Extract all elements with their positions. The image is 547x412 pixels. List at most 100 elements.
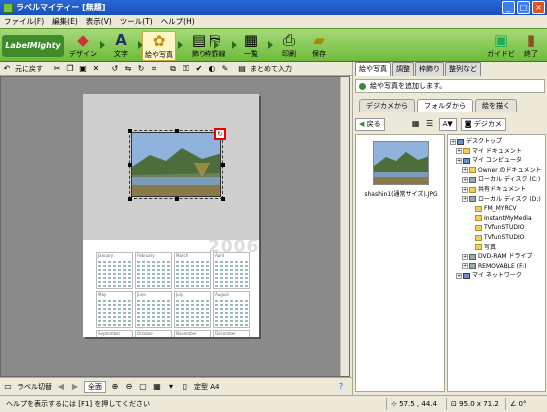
calendar-month: December xyxy=(213,330,250,337)
resize-handle[interactable] xyxy=(175,129,179,133)
copy-icon[interactable]: ❐ xyxy=(65,64,75,74)
dropdown-icon[interactable]: ▾ xyxy=(166,382,176,392)
color-icon[interactable]: ◐ xyxy=(207,64,217,74)
delete-icon[interactable]: ✕ xyxy=(91,64,101,74)
expand-toggle-icon[interactable]: + xyxy=(462,196,468,203)
design-button[interactable]: ◆ デザイン xyxy=(68,31,98,61)
vertical-scrollbar[interactable] xyxy=(340,77,349,376)
edit-pen-icon[interactable]: ✎ xyxy=(220,64,230,74)
tree-node[interactable]: + DVD-RAM ドライブ xyxy=(462,252,533,261)
next-arrow-icon[interactable]: ▶ xyxy=(70,382,80,392)
tab-from-camera[interactable]: デジカメから xyxy=(359,99,415,112)
tree-node[interactable]: + デスクトップ xyxy=(450,137,502,146)
tree-node[interactable]: 写真 xyxy=(468,243,496,252)
tree-node[interactable]: InstantMyMedia xyxy=(468,214,532,223)
menu-help[interactable]: ヘルプ(H) xyxy=(161,16,195,27)
print-button[interactable]: ⎙ 印刷 xyxy=(274,31,304,61)
expand-toggle-icon[interactable]: + xyxy=(462,263,468,270)
resize-handle[interactable] xyxy=(128,163,132,167)
close-button[interactable]: × xyxy=(532,1,545,14)
thumbnail-view-icon[interactable]: ▦ xyxy=(411,119,421,129)
expand-toggle-icon[interactable]: + xyxy=(456,148,462,155)
frame-button[interactable]: ⛿ 枠罫線 xyxy=(200,31,230,61)
app-icon xyxy=(3,2,13,13)
maximize-button[interactable]: □ xyxy=(517,1,530,14)
guide-icon: ▣ xyxy=(493,31,509,49)
tree-node[interactable]: + マイ コンピュータ xyxy=(456,156,522,165)
tab-from-folder[interactable]: フォルダから xyxy=(417,99,473,112)
zoom-in-icon[interactable]: ⊕ xyxy=(110,382,120,392)
tree-node[interactable]: + マイ ネットワーク xyxy=(456,271,522,280)
resize-handle[interactable] xyxy=(128,129,132,133)
tree-node[interactable]: + マイ ドキュメント xyxy=(456,147,522,156)
bulk-input-button[interactable]: まとめて入力 xyxy=(250,64,292,74)
tree-node[interactable]: TVfunSTUDIO xyxy=(468,223,524,232)
undo-button[interactable]: 元に戻す xyxy=(15,64,43,74)
menu-view[interactable]: 表示(V) xyxy=(86,16,112,27)
label-page[interactable]: ↻ 2006 January February March April May … xyxy=(83,94,259,337)
canvas-area[interactable]: ↻ 2006 January February March April May … xyxy=(0,76,350,377)
resize-handle[interactable] xyxy=(175,197,179,201)
grid-view-icon[interactable]: ▢ xyxy=(138,382,148,392)
save-button[interactable]: ▰ 保存 xyxy=(304,31,334,61)
expand-toggle-icon[interactable]: + xyxy=(456,272,462,279)
rotate-handle-icon[interactable]: ↻ xyxy=(214,128,226,140)
photo-button[interactable]: ✿ 絵や写真 xyxy=(142,31,176,61)
check-icon[interactable]: ✔ xyxy=(194,64,204,74)
status-bar: ヘルプを表示するには [F1] を押してください ⊹ 57.5 , 44.4 ⊡… xyxy=(0,395,547,412)
back-button[interactable]: ◀ 戻る xyxy=(355,117,385,131)
label-switch-button[interactable]: ラベル切替 xyxy=(17,382,52,392)
exit-button[interactable]: ▮ 終了 xyxy=(516,31,546,61)
page-icon: ▯ xyxy=(182,381,188,391)
expand-toggle-icon[interactable]: + xyxy=(462,186,468,193)
resize-handle[interactable] xyxy=(221,197,225,201)
tree-node[interactable]: FM_MYRCV xyxy=(468,204,517,213)
zoom-out-icon[interactable]: ⊖ xyxy=(124,382,134,392)
expand-toggle-icon[interactable]: + xyxy=(456,157,462,164)
paste-icon[interactable]: ▣ xyxy=(78,64,88,74)
tree-node-label: 写真 xyxy=(484,243,497,251)
tab-frame-decoration[interactable]: 枠飾り xyxy=(415,62,444,76)
list-button[interactable]: ▦ 一覧 xyxy=(236,31,266,61)
guide-view-button[interactable]: ▣ ガイドビュー xyxy=(484,31,518,68)
menu-edit[interactable]: 編集(E) xyxy=(52,16,78,27)
resize-handle[interactable] xyxy=(128,197,132,201)
rotate-left-icon[interactable]: ↺ xyxy=(110,64,120,74)
tab-draw-picture[interactable]: 絵を描く xyxy=(475,99,517,112)
fit-page-button[interactable]: 全面 xyxy=(84,380,106,393)
help-icon[interactable]: ? xyxy=(336,382,346,392)
sort-button[interactable]: A▼ xyxy=(438,117,457,131)
minimize-button[interactable]: _ xyxy=(502,1,515,14)
menu-file[interactable]: ファイル(F) xyxy=(4,16,44,27)
rotate-right-icon[interactable]: ↻ xyxy=(136,64,146,74)
photo-thumbnail[interactable] xyxy=(373,141,429,185)
resize-handle[interactable] xyxy=(221,163,225,167)
expand-toggle-icon[interactable]: + xyxy=(450,138,456,145)
tree-node[interactable]: + REMOVABLE (F:) xyxy=(462,262,526,271)
menu-tools[interactable]: ツール(T) xyxy=(120,16,153,27)
tab-photo[interactable]: 絵や写真 xyxy=(355,62,391,76)
tree-node[interactable]: + ローカル ディスク (D:) xyxy=(462,195,541,204)
lock-icon[interactable]: ⚿ xyxy=(181,64,191,74)
expand-toggle-icon[interactable]: + xyxy=(462,176,468,183)
tab-align[interactable]: 整列など xyxy=(445,62,481,76)
digicam-button[interactable]: ◙ デジカメ xyxy=(460,117,506,131)
prev-arrow-icon[interactable]: ◀ xyxy=(56,382,66,392)
cut-icon[interactable]: ✂ xyxy=(52,64,62,74)
tree-node[interactable]: + ローカル ディスク (C:) xyxy=(462,175,540,184)
expand-toggle-icon[interactable]: + xyxy=(462,253,468,260)
table-view-icon[interactable]: ▦ xyxy=(152,382,162,392)
crop-icon[interactable]: ⌗ xyxy=(149,64,159,74)
tree-node[interactable]: TVfunSTUDIO xyxy=(468,233,524,242)
tree-node[interactable]: + 共有ドキュメント xyxy=(462,185,526,194)
detail-view-icon[interactable]: ☰ xyxy=(425,119,435,129)
material-panel: 絵や写真 調整 枠飾り 整列など 絵や写真を追加します。 デジカメから フォルダ… xyxy=(352,62,547,395)
tree-node-label: REMOVABLE (F:) xyxy=(478,262,527,270)
text-button[interactable]: A 文字 xyxy=(106,31,136,61)
tree-node[interactable]: + Owner のドキュメント xyxy=(462,166,542,175)
drive-icon xyxy=(469,196,476,203)
tab-adjust[interactable]: 調整 xyxy=(392,62,414,76)
flip-icon[interactable]: ⇋ xyxy=(123,64,133,74)
expand-toggle-icon[interactable]: + xyxy=(462,167,468,174)
order-icon[interactable]: ⧉ xyxy=(168,64,178,74)
